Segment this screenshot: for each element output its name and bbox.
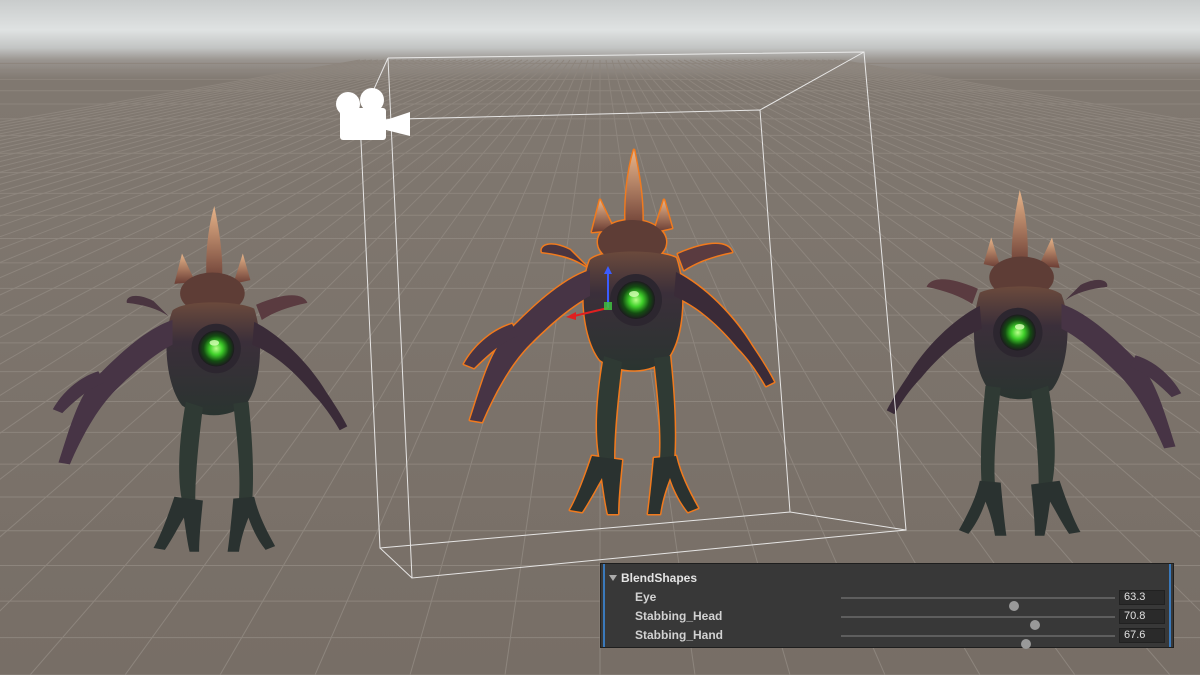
- grid-line: [504, 59, 595, 675]
- blendshape-label: Stabbing_Hand: [635, 628, 724, 642]
- blendshape-value-field[interactable]: 63.3: [1119, 590, 1165, 605]
- blendshapes-panel: BlendShapes Eye 63.3 Stabbing_Head 70.8 …: [600, 563, 1175, 649]
- slider-thumb[interactable]: [1021, 639, 1032, 649]
- grid-line: [314, 59, 583, 675]
- creature-right[interactable]: [886, 189, 1182, 536]
- blendshape-value-field[interactable]: 67.6: [1119, 628, 1165, 643]
- creature-left[interactable]: [52, 205, 348, 552]
- blendshape-value-field[interactable]: 70.8: [1119, 609, 1165, 624]
- blendshapes-title: BlendShapes: [621, 571, 698, 585]
- grid-line: [0, 59, 535, 397]
- foldout-triangle-icon[interactable]: [609, 575, 617, 581]
- blendshapes-foldout[interactable]: BlendShapes: [609, 569, 697, 587]
- blendshape-slider[interactable]: [841, 597, 1115, 611]
- blendshape-row-stabbing-head: Stabbing_Head 70.8: [601, 607, 1175, 630]
- blendshape-label: Stabbing_Head: [635, 609, 723, 623]
- blendshape-row-stabbing-hand: Stabbing_Hand 67.6: [601, 626, 1175, 649]
- blendshape-row-eye: Eye 63.3: [601, 588, 1175, 611]
- blendshape-label: Eye: [635, 590, 657, 604]
- grid-line: [219, 59, 577, 675]
- scene-viewport[interactable]: BlendShapes Eye 63.3 Stabbing_Head 70.8 …: [0, 0, 1200, 675]
- blendshape-slider[interactable]: [841, 616, 1115, 630]
- blendshape-slider[interactable]: [841, 635, 1115, 649]
